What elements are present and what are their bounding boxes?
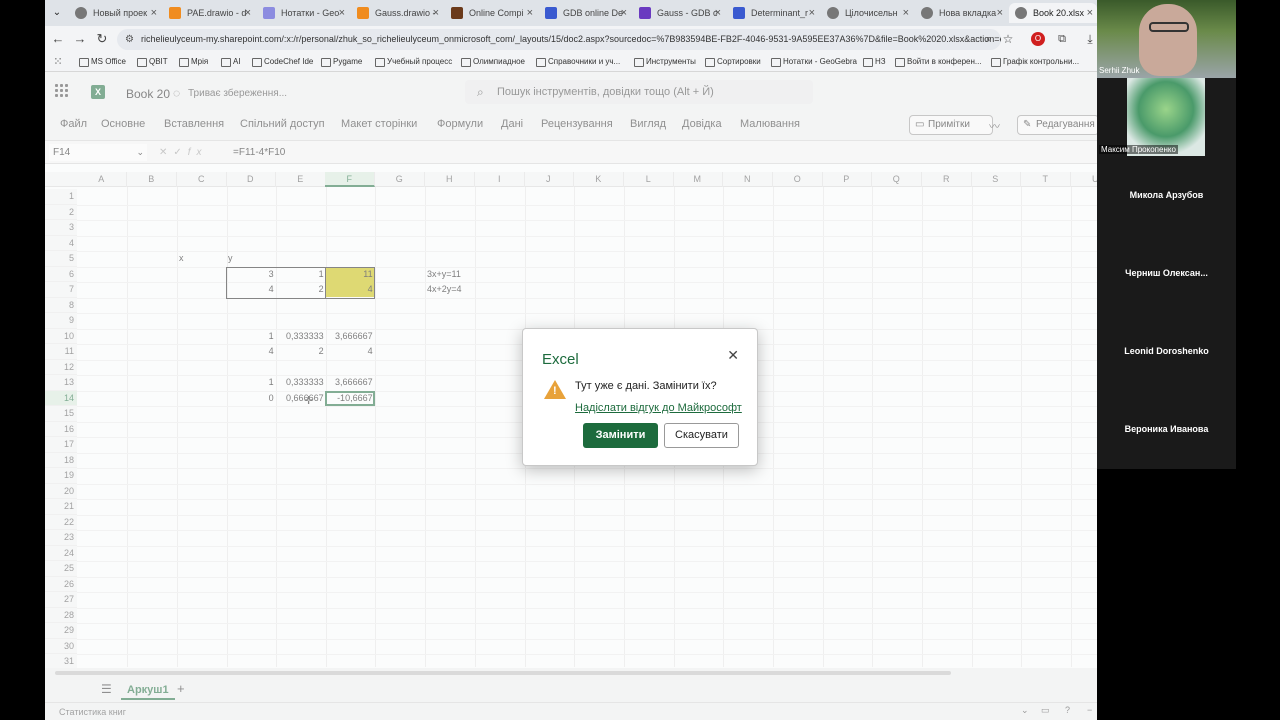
bookmark-item[interactable]: Pygame xyxy=(321,55,362,69)
close-tab-icon[interactable]: × xyxy=(245,3,251,23)
close-tab-icon[interactable]: × xyxy=(621,3,627,23)
browser-tab-active[interactable]: Book 20.xlsx × xyxy=(1009,3,1097,23)
tab-label: Gauss - GDB c xyxy=(657,8,718,18)
tab-search-icon[interactable]: ⌄ xyxy=(49,5,65,21)
tab-label: Цілочисельн xyxy=(845,8,898,18)
browser-tab[interactable]: Gauss - GDB c × xyxy=(633,3,725,23)
site-info-icon[interactable]: ⚙ xyxy=(125,29,134,50)
bookmark-item[interactable]: QBIT xyxy=(137,55,168,69)
browser-tab[interactable]: PAE.drawio - d × xyxy=(163,3,255,23)
navigation-bar: ← → ↻ ⚙ richelieulyceum-my.sharepoint.com… xyxy=(45,26,1097,52)
tab-label: Online Compi xyxy=(469,8,524,18)
tab-label: Book 20.xlsx xyxy=(1033,8,1085,18)
browser-tab[interactable]: GDB online De × xyxy=(539,3,631,23)
close-icon[interactable]: ✕ xyxy=(727,347,739,364)
address-bar[interactable]: ⚙ richelieulyceum-my.sharepoint.com/:x:/r… xyxy=(117,29,1001,50)
close-tab-icon[interactable]: × xyxy=(997,3,1003,23)
tab-favicon-icon xyxy=(827,7,839,19)
tab-favicon-icon xyxy=(921,7,933,19)
screen: ⌄ Новый проек × PAE.drawio - d × Нотатки -… xyxy=(0,0,1280,720)
close-tab-icon[interactable]: × xyxy=(903,3,909,23)
avatar-participant-name: Максим Прокопенко xyxy=(1099,145,1178,154)
tab-strip: ⌄ Новый проек × PAE.drawio - d × Нотатки -… xyxy=(45,0,1097,26)
back-icon[interactable]: ← xyxy=(49,30,67,48)
feedback-link[interactable]: Надіслати відгук до Майкрософт xyxy=(575,402,742,414)
video-participants-panel: Serhii Zhuk Максим Прокопенко Микола Арз… xyxy=(1097,0,1236,469)
bookmark-item[interactable]: НЗ xyxy=(863,55,886,69)
warning-mark: ! xyxy=(553,385,557,397)
bookmark-item[interactable]: Справочники и уч... xyxy=(536,55,620,69)
close-tab-icon[interactable]: × xyxy=(433,3,439,23)
bookmark-item[interactable]: CodeChef Ide xyxy=(252,55,313,69)
close-tab-icon[interactable]: × xyxy=(151,3,157,23)
browser-tab[interactable]: Gauss.drawio - × xyxy=(351,3,443,23)
bookmark-item[interactable]: Графік контрольни... xyxy=(991,55,1079,69)
bookmarks-bar: ⁙ MS Office QBIT Мрія AI CodeChef Ide Py… xyxy=(45,52,1097,72)
extensions-icon[interactable]: ⧉ xyxy=(1053,30,1071,48)
browser-tab[interactable]: Новый проек × xyxy=(69,3,161,23)
participant-name: Вероника Иванова xyxy=(1124,424,1209,434)
browser-tab[interactable]: Нова вкладка × xyxy=(915,3,1007,23)
tab-label: Determinant_r xyxy=(751,8,809,18)
url-text: richelieulyceum-my.sharepoint.com/:x:/r/… xyxy=(141,34,1001,44)
tab-label: Нова вкладка xyxy=(939,8,997,18)
bookmark-item[interactable]: Олимпиадное xyxy=(461,55,525,69)
tab-favicon-icon xyxy=(169,7,181,19)
replace-button[interactable]: Замінити xyxy=(583,423,658,448)
camera-participant-name: Serhii Zhuk xyxy=(1099,66,1140,75)
bookmark-item[interactable]: Нотатки - GeoGebra xyxy=(771,55,857,69)
bookmark-item[interactable]: Войти в конферен... xyxy=(895,55,982,69)
cancel-button[interactable]: Скасувати xyxy=(664,423,739,448)
tab-favicon-icon xyxy=(1015,7,1027,19)
tab-favicon-icon xyxy=(263,7,275,19)
participant-name: Leonid Doroshenko xyxy=(1124,346,1209,356)
browser-tab[interactable]: Determinant_r × xyxy=(727,3,819,23)
glasses-shape xyxy=(1149,22,1189,32)
bookmark-item[interactable]: AI xyxy=(221,55,241,69)
close-tab-icon[interactable]: × xyxy=(339,3,345,23)
tab-label: PAE.drawio - d xyxy=(187,8,247,18)
dialog-title: Excel xyxy=(542,351,579,368)
tab-label: Нотатки - Geo xyxy=(281,8,340,18)
close-tab-icon[interactable]: × xyxy=(1087,3,1093,23)
opera-icon[interactable]: O xyxy=(1031,32,1045,46)
replace-data-dialog: Excel ✕ ! Тут уже є дані. Замінити їх? Н… xyxy=(522,328,758,466)
camera-video-tile: Serhii Zhuk xyxy=(1097,0,1236,78)
tab-label: Gauss.drawio - xyxy=(375,8,436,18)
close-tab-icon[interactable]: × xyxy=(527,3,533,23)
tab-favicon-icon xyxy=(451,7,463,19)
bookmark-item[interactable]: Сортировки xyxy=(705,55,761,69)
bookmark-item[interactable]: Учебный процесс xyxy=(375,55,452,69)
bookmark-item[interactable]: MS Office xyxy=(79,55,126,69)
dialog-message: Тут уже є дані. Замінити їх? xyxy=(575,380,717,392)
participant-name: Черниш Олексан... xyxy=(1125,268,1208,278)
tab-favicon-icon xyxy=(733,7,745,19)
search-icon[interactable]: ⌕ xyxy=(980,30,998,48)
participant-video xyxy=(1139,4,1197,76)
browser-tab[interactable]: Цілочисельн × xyxy=(821,3,913,23)
tab-label: Новый проек xyxy=(93,8,148,18)
participant-name: Микола Арзубов xyxy=(1129,190,1204,200)
tab-label: GDB online De xyxy=(563,8,624,18)
close-tab-icon[interactable]: × xyxy=(715,3,721,23)
bookmark-item[interactable]: Инструменты xyxy=(634,55,696,69)
tab-favicon-icon xyxy=(545,7,557,19)
tab-favicon-icon xyxy=(75,7,87,19)
apps-grid-icon[interactable]: ⁙ xyxy=(49,53,67,71)
forward-icon[interactable]: → xyxy=(71,30,89,48)
reload-icon[interactable]: ↻ xyxy=(93,30,111,48)
tab-favicon-icon xyxy=(357,7,369,19)
download-icon[interactable]: ⤓ xyxy=(1081,30,1097,48)
bookmark-star-icon[interactable]: ☆ xyxy=(999,30,1017,48)
close-tab-icon[interactable]: × xyxy=(809,3,815,23)
tab-favicon-icon xyxy=(639,7,651,19)
bookmark-item[interactable]: Мрія xyxy=(179,55,208,69)
browser-tab[interactable]: Нотатки - Geo × xyxy=(257,3,349,23)
browser-tab[interactable]: Online Compi × xyxy=(445,3,537,23)
